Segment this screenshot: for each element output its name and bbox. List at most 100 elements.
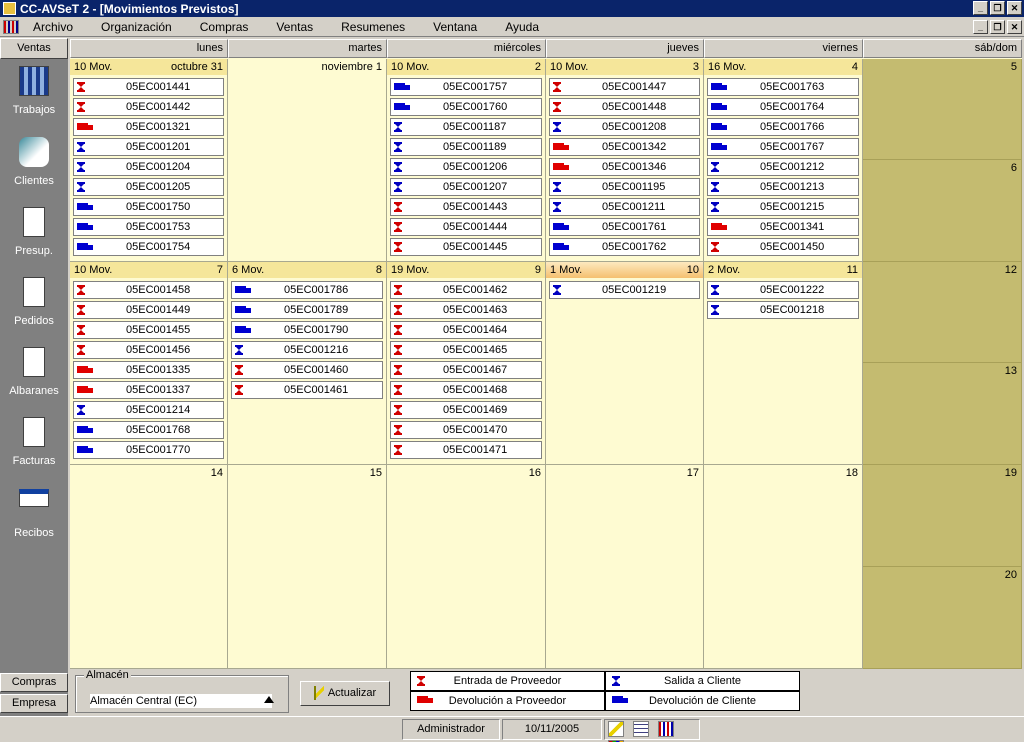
movement-entry[interactable]: 05EC001467: [390, 361, 542, 379]
menu-ayuda[interactable]: Ayuda: [505, 20, 539, 34]
sidebar-item-clientes[interactable]: Clientes: [0, 131, 68, 201]
day-cell[interactable]: 10 Mov. 7 05EC001458 05EC001449 05EC001455 05…: [70, 262, 228, 465]
day-cell-weekend[interactable]: 6: [863, 160, 1022, 262]
movement-entry[interactable]: 05EC001208: [549, 118, 700, 136]
restore-icon[interactable]: ❐: [990, 1, 1005, 15]
movement-entry[interactable]: 05EC001462: [390, 281, 542, 299]
movement-entry[interactable]: 05EC001222: [707, 281, 859, 299]
menu-resumenes[interactable]: Resumenes: [341, 20, 405, 34]
lightning-tool-icon[interactable]: [608, 721, 624, 738]
day-cell[interactable]: 15: [228, 465, 387, 669]
movement-entry[interactable]: 05EC001789: [231, 301, 383, 319]
day-cell[interactable]: 18: [704, 465, 863, 669]
movement-entry[interactable]: 05EC001764: [707, 98, 859, 116]
movement-entry[interactable]: 05EC001768: [73, 421, 224, 439]
movement-entry[interactable]: 05EC001470: [390, 421, 542, 439]
movement-entry[interactable]: 05EC001444: [390, 218, 542, 236]
movement-entry[interactable]: 05EC001450: [707, 238, 859, 256]
movement-entry[interactable]: 05EC001448: [549, 98, 700, 116]
day-cell-weekend[interactable]: 20: [863, 567, 1022, 669]
movement-entry[interactable]: 05EC001204: [73, 158, 224, 176]
movement-entry[interactable]: 05EC001469: [390, 401, 542, 419]
movement-entry[interactable]: 05EC001447: [549, 78, 700, 96]
calendar-tool-icon[interactable]: [658, 721, 675, 738]
movement-entry[interactable]: 05EC001441: [73, 78, 224, 96]
movement-entry[interactable]: 05EC001442: [73, 98, 224, 116]
movement-entry[interactable]: 05EC001458: [73, 281, 224, 299]
movement-entry[interactable]: 05EC001189: [390, 138, 542, 156]
movement-entry[interactable]: 05EC001341: [707, 218, 859, 236]
sidebar-empresa-button[interactable]: Empresa: [0, 694, 68, 713]
movement-entry[interactable]: 05EC001766: [707, 118, 859, 136]
movement-entry[interactable]: 05EC001753: [73, 218, 224, 236]
movement-entry[interactable]: 05EC001195: [549, 178, 700, 196]
sidebar-item-presup[interactable]: Presup.: [0, 201, 68, 271]
movement-entry[interactable]: 05EC001468: [390, 381, 542, 399]
menu-organizacion[interactable]: Organización: [101, 20, 172, 34]
mdi-document-icon[interactable]: [3, 19, 19, 34]
movement-entry[interactable]: 05EC001790: [231, 321, 383, 339]
movement-entry[interactable]: 05EC001216: [231, 341, 383, 359]
movement-entry[interactable]: 05EC001760: [390, 98, 542, 116]
movement-entry[interactable]: 05EC001201: [73, 138, 224, 156]
sidebar-item-trabajos[interactable]: Trabajos: [0, 60, 68, 130]
movement-entry[interactable]: 05EC001786: [231, 281, 383, 299]
movement-entry[interactable]: 05EC001218: [707, 301, 859, 319]
movement-entry[interactable]: 05EC001214: [73, 401, 224, 419]
movement-entry[interactable]: 05EC001342: [549, 138, 700, 156]
day-cell[interactable]: 6 Mov. 8 05EC001786 05EC001789 05EC001790 05E…: [228, 262, 387, 465]
sidebar-item-facturas[interactable]: Facturas: [0, 411, 68, 481]
close-icon[interactable]: ✕: [1007, 1, 1022, 15]
day-cell[interactable]: 14: [70, 465, 228, 669]
list-tool-icon[interactable]: [633, 721, 650, 738]
movement-entry[interactable]: 05EC001211: [549, 198, 700, 216]
day-cell[interactable]: 19 Mov. 9 05EC001462 05EC001463 05EC001464 05…: [387, 262, 546, 465]
day-cell-weekend[interactable]: 5: [863, 59, 1022, 160]
warehouse-select[interactable]: Almacén Central (EC): [90, 694, 272, 708]
movement-entry[interactable]: 05EC001763: [707, 78, 859, 96]
sidebar-item-albaranes[interactable]: Albaranes: [0, 341, 68, 411]
movement-entry[interactable]: 05EC001754: [73, 238, 224, 256]
movement-entry[interactable]: 05EC001770: [73, 441, 224, 459]
movement-entry[interactable]: 05EC001346: [549, 158, 700, 176]
movement-entry[interactable]: 05EC001215: [707, 198, 859, 216]
sidebar-header-ventas[interactable]: Ventas: [0, 38, 68, 59]
sidebar-compras-button[interactable]: Compras: [0, 673, 68, 692]
movement-entry[interactable]: 05EC001187: [390, 118, 542, 136]
movement-entry[interactable]: 05EC001206: [390, 158, 542, 176]
day-cell[interactable]: 1 Mov. 10 05EC001219: [546, 262, 704, 465]
movement-entry[interactable]: 05EC001456: [73, 341, 224, 359]
movement-entry[interactable]: 05EC001321: [73, 118, 224, 136]
movement-entry[interactable]: 05EC001219: [549, 281, 700, 299]
movement-entry[interactable]: 05EC001455: [73, 321, 224, 339]
day-cell[interactable]: 16 Mov. 4 05EC001763 05EC001764 05EC001766 05…: [704, 59, 863, 262]
movement-entry[interactable]: 05EC001337: [73, 381, 224, 399]
mdi-minimize-icon[interactable]: _: [973, 20, 988, 34]
movement-entry[interactable]: 05EC001335: [73, 361, 224, 379]
menu-compras[interactable]: Compras: [200, 20, 249, 34]
movement-entry[interactable]: 05EC001449: [73, 301, 224, 319]
sidebar-item-pedidos[interactable]: Pedidos: [0, 271, 68, 341]
menu-archivo[interactable]: Archivo: [33, 20, 73, 34]
movement-entry[interactable]: 05EC001460: [231, 361, 383, 379]
refresh-button[interactable]: Actualizar: [300, 681, 390, 706]
day-cell[interactable]: 10 Mov. octubre 31 05EC001441 05EC001442 05E…: [70, 59, 228, 262]
movement-entry[interactable]: 05EC001465: [390, 341, 542, 359]
day-cell[interactable]: 17: [546, 465, 704, 669]
menu-ventas[interactable]: Ventas: [276, 20, 313, 34]
movement-entry[interactable]: 05EC001213: [707, 178, 859, 196]
day-cell[interactable]: 10 Mov. 3 05EC001447 05EC001448 05EC001208 05…: [546, 59, 704, 262]
sidebar-item-recibos[interactable]: Recibos: [0, 481, 68, 551]
day-cell[interactable]: 2 Mov. 11 05EC001222 05EC001218: [704, 262, 863, 465]
movement-entry[interactable]: 05EC001762: [549, 238, 700, 256]
movement-entry[interactable]: 05EC001463: [390, 301, 542, 319]
movement-entry[interactable]: 05EC001757: [390, 78, 542, 96]
movement-entry[interactable]: 05EC001445: [390, 238, 542, 256]
mdi-close-icon[interactable]: ✕: [1007, 20, 1022, 34]
minimize-icon[interactable]: _: [973, 1, 988, 15]
movement-entry[interactable]: 05EC001464: [390, 321, 542, 339]
menu-ventana[interactable]: Ventana: [433, 20, 477, 34]
day-cell[interactable]: 10 Mov. 2 05EC001757 05EC001760 05EC001187 05…: [387, 59, 546, 262]
movement-entry[interactable]: 05EC001212: [707, 158, 859, 176]
movement-entry[interactable]: 05EC001205: [73, 178, 224, 196]
